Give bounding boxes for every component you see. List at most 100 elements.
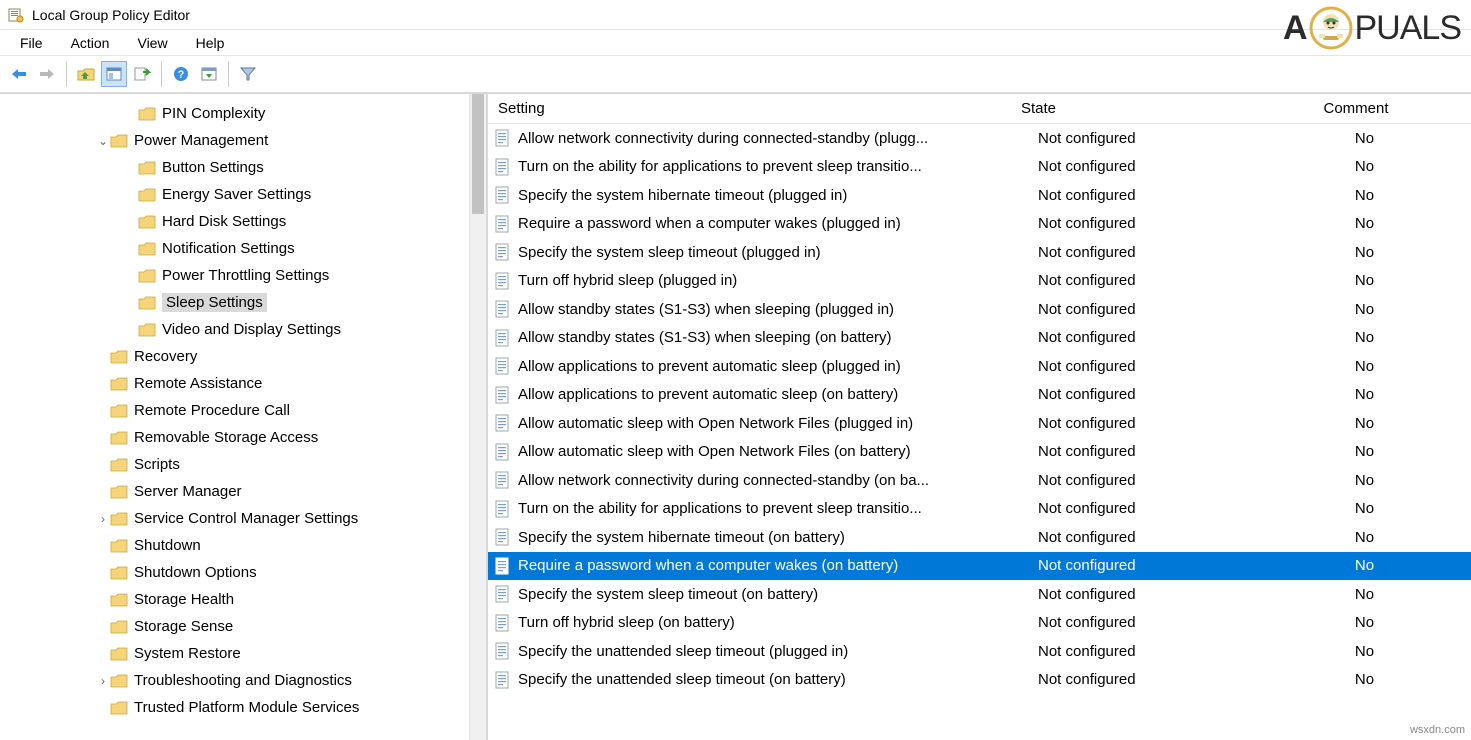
tree-item[interactable]: ·Removable Storage Access xyxy=(0,424,486,451)
policy-name: Specify the system sleep timeout (on bat… xyxy=(518,586,1038,603)
menu-file[interactable]: File xyxy=(8,33,55,53)
policy-name: Turn off hybrid sleep (on battery) xyxy=(518,614,1038,631)
tree-item[interactable]: ·Sleep Settings xyxy=(0,289,486,316)
tree-item[interactable]: ·Button Settings xyxy=(0,154,486,181)
svg-text:?: ? xyxy=(178,69,185,81)
policy-row[interactable]: Require a password when a computer wakes… xyxy=(488,552,1471,581)
policy-row[interactable]: Allow network connectivity during connec… xyxy=(488,124,1471,153)
menu-action[interactable]: Action xyxy=(59,33,122,53)
tree-item[interactable]: ·Power Throttling Settings xyxy=(0,262,486,289)
policy-comment: No xyxy=(1258,272,1471,289)
policy-row[interactable]: Allow applications to prevent automatic … xyxy=(488,352,1471,381)
menu-help[interactable]: Help xyxy=(184,33,237,53)
policy-row[interactable]: Specify the system hibernate timeout (on… xyxy=(488,523,1471,552)
tree-item[interactable]: ·Server Manager xyxy=(0,478,486,505)
tree-item[interactable]: ·Storage Health xyxy=(0,586,486,613)
scrollbar-thumb[interactable] xyxy=(472,94,484,214)
policy-row[interactable]: Allow standby states (S1-S3) when sleepi… xyxy=(488,324,1471,353)
policy-icon xyxy=(494,158,512,176)
tree-item[interactable]: ·Video and Display Settings xyxy=(0,316,486,343)
tree-item[interactable]: ·Storage Sense xyxy=(0,613,486,640)
tree-pane: ·PIN Complexity⌄Power Management·Button … xyxy=(0,94,488,740)
toolbar-separator xyxy=(66,61,67,87)
tree-item[interactable]: ·PIN Complexity xyxy=(0,100,486,127)
back-button[interactable] xyxy=(6,61,32,87)
policy-state: Not configured xyxy=(1038,614,1258,631)
column-state[interactable]: State xyxy=(1021,100,1241,117)
policy-comment: No xyxy=(1258,215,1471,232)
tree-item[interactable]: ·Recovery xyxy=(0,343,486,370)
menubar: File Action View Help xyxy=(0,30,1471,56)
tree-item[interactable]: ·Remote Procedure Call xyxy=(0,397,486,424)
tree-item[interactable]: ›Service Control Manager Settings xyxy=(0,505,486,532)
policy-comment: No xyxy=(1258,358,1471,375)
main-content: ·PIN Complexity⌄Power Management·Button … xyxy=(0,94,1471,740)
folder-icon xyxy=(110,646,128,662)
forward-button[interactable] xyxy=(34,61,60,87)
tree-item[interactable]: ·Remote Assistance xyxy=(0,370,486,397)
policy-name: Allow applications to prevent automatic … xyxy=(518,386,1038,403)
policy-row[interactable]: Specify the system sleep timeout (plugge… xyxy=(488,238,1471,267)
tree-item[interactable]: ·Shutdown Options xyxy=(0,559,486,586)
collapse-icon[interactable]: ⌄ xyxy=(96,134,110,148)
policy-comment: No xyxy=(1258,130,1471,147)
column-comment[interactable]: Comment xyxy=(1241,100,1471,117)
policy-row[interactable]: Allow standby states (S1-S3) when sleepi… xyxy=(488,295,1471,324)
tree-item[interactable]: ·Scripts xyxy=(0,451,486,478)
tree-item[interactable]: ·Energy Saver Settings xyxy=(0,181,486,208)
export-button[interactable] xyxy=(129,61,155,87)
expand-icon[interactable]: › xyxy=(96,512,110,526)
policy-row[interactable]: Allow automatic sleep with Open Network … xyxy=(488,438,1471,467)
policy-icon xyxy=(494,129,512,147)
folder-icon xyxy=(138,214,156,230)
tree-scrollbar[interactable] xyxy=(469,94,486,740)
policy-row[interactable]: Specify the system sleep timeout (on bat… xyxy=(488,580,1471,609)
tree-item[interactable]: ·Hard Disk Settings xyxy=(0,208,486,235)
tree-item[interactable]: ·Shutdown xyxy=(0,532,486,559)
policy-row[interactable]: Require a password when a computer wakes… xyxy=(488,210,1471,239)
folder-icon xyxy=(138,322,156,338)
tree-item[interactable]: ⌄Power Management xyxy=(0,127,486,154)
policy-icon xyxy=(494,215,512,233)
tree-item-label: Trusted Platform Module Services xyxy=(134,699,359,716)
filter-button[interactable] xyxy=(235,61,261,87)
menu-view[interactable]: View xyxy=(125,33,179,53)
policy-row[interactable]: Specify the unattended sleep timeout (pl… xyxy=(488,637,1471,666)
tree-item[interactable]: ·Trusted Platform Module Services xyxy=(0,694,486,721)
tree-item-label: Server Manager xyxy=(134,483,242,500)
policy-row[interactable]: Allow network connectivity during connec… xyxy=(488,466,1471,495)
list-header: Setting State Comment xyxy=(488,94,1471,124)
policy-row[interactable]: Specify the system hibernate timeout (pl… xyxy=(488,181,1471,210)
policy-comment: No xyxy=(1258,671,1471,688)
column-setting[interactable]: Setting xyxy=(498,100,1021,117)
tree-item-label: Storage Health xyxy=(134,591,234,608)
policy-state: Not configured xyxy=(1038,472,1258,489)
up-folder-button[interactable] xyxy=(73,61,99,87)
properties-button[interactable] xyxy=(101,61,127,87)
help-button[interactable]: ? xyxy=(168,61,194,87)
show-hide-button[interactable] xyxy=(196,61,222,87)
policy-comment: No xyxy=(1258,329,1471,346)
tree-item[interactable]: ›Troubleshooting and Diagnostics xyxy=(0,667,486,694)
tree-item-label: Remote Procedure Call xyxy=(134,402,290,419)
policy-row[interactable]: Turn off hybrid sleep (on battery)Not co… xyxy=(488,609,1471,638)
policy-row[interactable]: Allow applications to prevent automatic … xyxy=(488,381,1471,410)
policy-row[interactable]: Allow automatic sleep with Open Network … xyxy=(488,409,1471,438)
tree-item-label: Scripts xyxy=(134,456,180,473)
tree-item[interactable]: ·Notification Settings xyxy=(0,235,486,262)
app-icon xyxy=(8,7,24,23)
tree-item[interactable]: ·System Restore xyxy=(0,640,486,667)
policy-row[interactable]: Turn on the ability for applications to … xyxy=(488,153,1471,182)
expand-icon[interactable]: › xyxy=(96,674,110,688)
policy-state: Not configured xyxy=(1038,158,1258,175)
policy-row[interactable]: Turn on the ability for applications to … xyxy=(488,495,1471,524)
policy-state: Not configured xyxy=(1038,130,1258,147)
policy-row[interactable]: Turn off hybrid sleep (plugged in)Not co… xyxy=(488,267,1471,296)
policy-comment: No xyxy=(1258,586,1471,603)
folder-icon xyxy=(110,457,128,473)
policy-name: Allow standby states (S1-S3) when sleepi… xyxy=(518,329,1038,346)
policy-state: Not configured xyxy=(1038,643,1258,660)
policy-state: Not configured xyxy=(1038,557,1258,574)
policy-state: Not configured xyxy=(1038,358,1258,375)
policy-row[interactable]: Specify the unattended sleep timeout (on… xyxy=(488,666,1471,695)
